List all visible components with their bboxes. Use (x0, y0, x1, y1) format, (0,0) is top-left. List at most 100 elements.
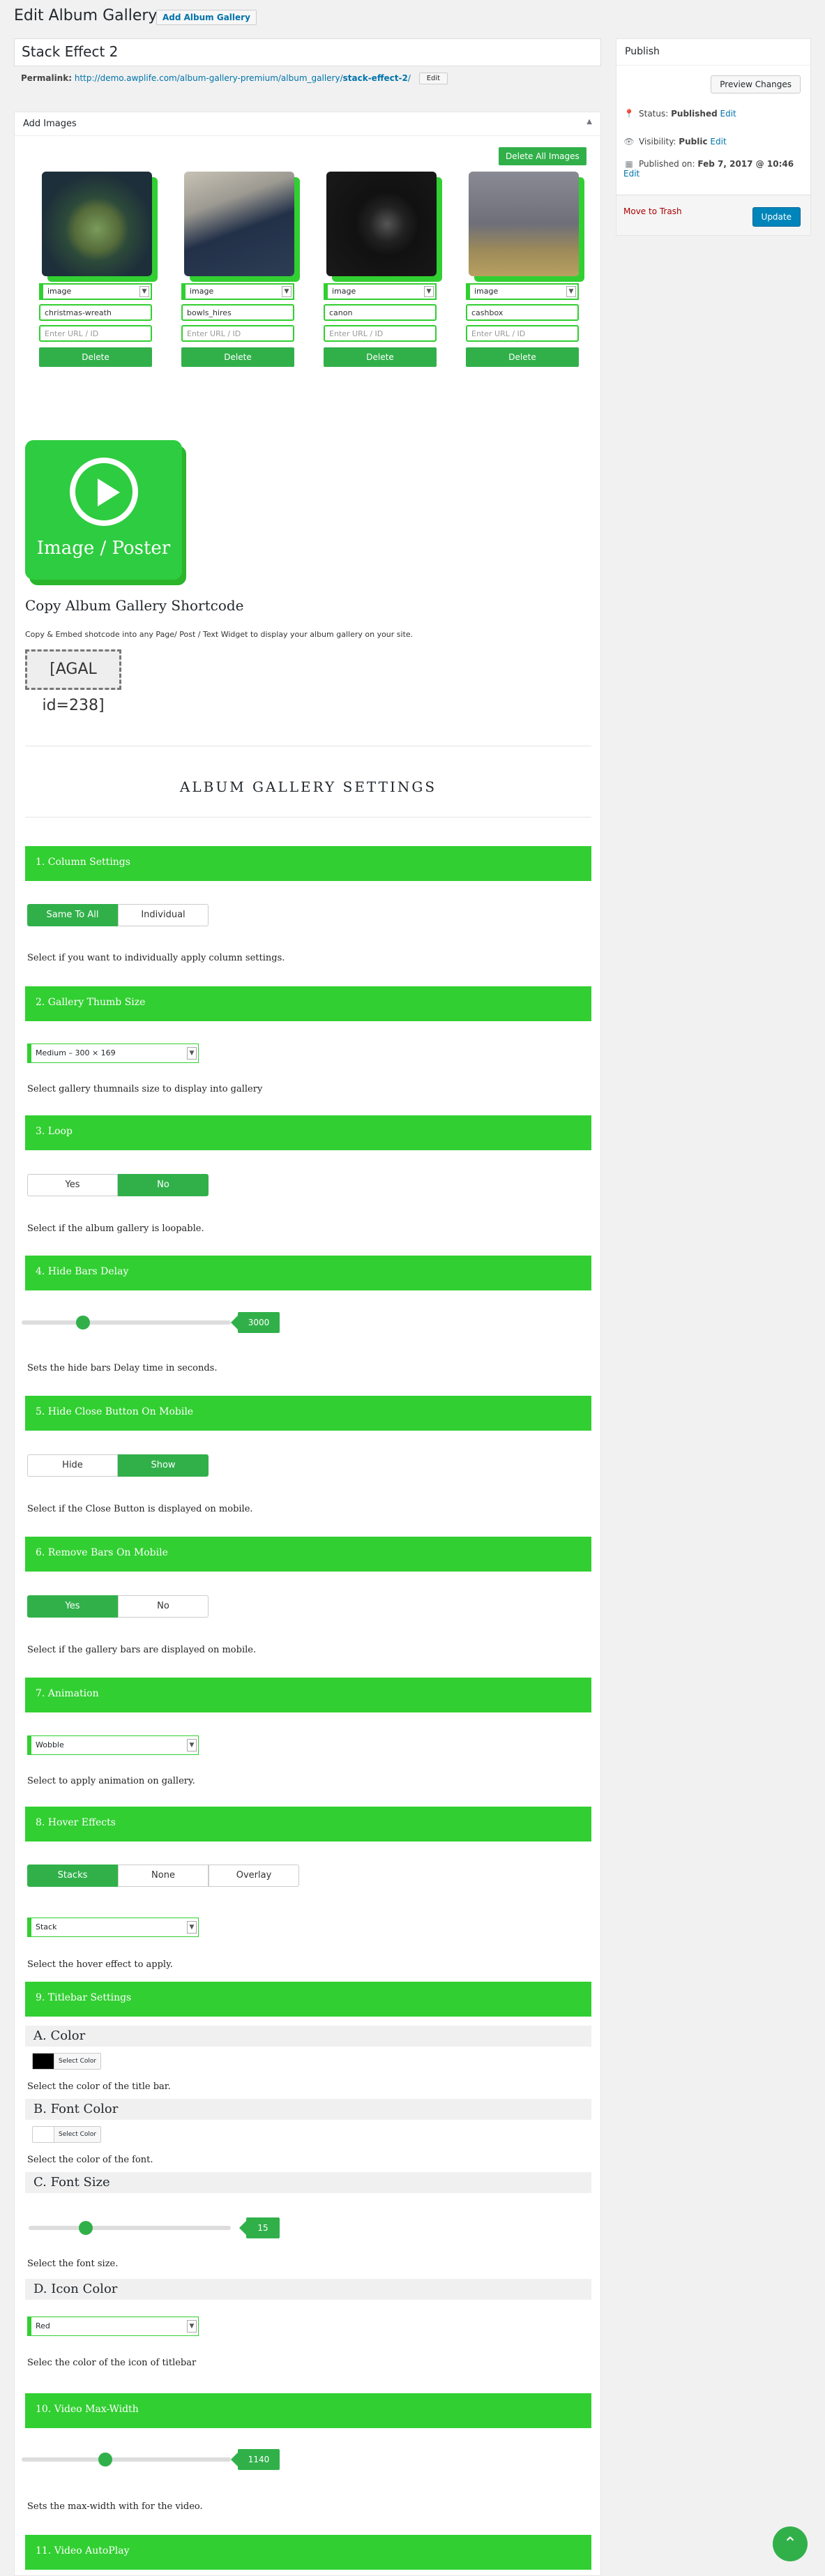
option-individual[interactable]: Individual (118, 904, 209, 926)
thumb-size-select[interactable]: Medium – 300 × 169 ▼ (27, 1044, 199, 1063)
chevron-down-icon: ▼ (187, 1739, 197, 1752)
color-swatch (33, 2127, 54, 2142)
image-thumbnail (326, 172, 437, 276)
section-loop: 3. Loop (25, 1115, 591, 1150)
font-size-slider[interactable]: 15 (22, 2217, 287, 2238)
icon-color-desc: Selec the color of the icon of titlebar (27, 2358, 197, 2368)
option-none[interactable]: None (118, 1865, 209, 1887)
hide-bars-delay-desc: Sets the hide bars Delay time in seconds… (27, 1363, 218, 1373)
post-title-input[interactable]: Stack Effect 2 (14, 38, 601, 66)
option-same-to-all[interactable]: Same To All (27, 904, 118, 926)
color-swatch (33, 2054, 54, 2069)
chevron-up-icon: ⌃ (782, 2533, 798, 2553)
option-no[interactable]: No (118, 1595, 209, 1618)
delete-image-button[interactable]: Delete (39, 347, 152, 367)
permalink-url[interactable]: http://demo.awplife.com/album-gallery-pr… (75, 73, 411, 83)
image-type-select[interactable]: image ▼ (466, 283, 579, 300)
section-video-max-width: 10. Video Max-Width (25, 2393, 591, 2428)
icon-color-select[interactable]: Red ▼ (27, 2317, 199, 2336)
section-animation: 7. Animation (25, 1678, 591, 1712)
hide-close-desc: Select if the Close Button is displayed … (27, 1504, 253, 1514)
animation-desc: Select to apply animation on gallery. (27, 1776, 195, 1786)
font-size-desc: Select the font size. (27, 2259, 119, 2269)
panel-header[interactable]: Add Images ▲ (15, 112, 600, 136)
image-url-input[interactable]: Enter URL / ID (39, 325, 152, 342)
delete-image-button[interactable]: Delete (466, 347, 579, 367)
hide-close-toggle: Hide Show (27, 1454, 209, 1477)
poster-label: Image / Poster (36, 538, 171, 559)
add-album-gallery-button[interactable]: Add Album Gallery (156, 10, 257, 25)
subsection-font-color: B. Font Color (25, 2099, 591, 2120)
section-titlebar-settings: 9. Titlebar Settings (25, 1982, 591, 2017)
publish-box: Publish Preview Changes 📍 Status: Publish… (616, 38, 811, 236)
image-thumbnail (42, 172, 152, 276)
published-edit-link[interactable]: Edit (623, 169, 639, 179)
slider-value: 3000 (231, 1312, 280, 1333)
edit-permalink-button[interactable]: Edit (418, 73, 448, 84)
chevron-down-icon: ▼ (139, 286, 149, 297)
section-column-settings: 1. Column Settings (25, 846, 591, 881)
image-title-input[interactable]: christmas-wreath (39, 304, 152, 321)
hover-effect-select[interactable]: Stack ▼ (27, 1918, 199, 1937)
section-hover-effects: 8. Hover Effects (25, 1807, 591, 1841)
publish-actions: Move to Trash Update (616, 195, 810, 235)
subsection-icon-color: D. Icon Color (25, 2279, 591, 2300)
published-row: ▦ Published on: Feb 7, 2017 @ 10:46 Edit (623, 159, 794, 179)
image-url-input[interactable]: Enter URL / ID (181, 325, 294, 342)
slider-value: 1140 (231, 2449, 280, 2470)
chevron-down-icon: ▼ (187, 2320, 197, 2333)
image-card: image ▼ canon Enter URL / ID Delete (324, 172, 441, 367)
option-yes[interactable]: Yes (27, 1174, 118, 1196)
section-video-autoplay: 11. Video AutoPlay (25, 2535, 591, 2570)
delete-image-button[interactable]: Delete (324, 347, 437, 367)
image-type-select[interactable]: image ▼ (181, 283, 294, 300)
option-show[interactable]: Show (118, 1454, 209, 1477)
scroll-to-top-button[interactable]: ⌃ (773, 2526, 808, 2561)
image-url-input[interactable]: Enter URL / ID (466, 325, 579, 342)
page-title: Edit Album Gallery (14, 7, 158, 24)
collapse-icon[interactable]: ▲ (586, 118, 592, 126)
slider-handle[interactable] (79, 2221, 93, 2235)
animation-select[interactable]: Wobble ▼ (27, 1735, 199, 1755)
image-title-input[interactable]: bowls_hires (181, 304, 294, 321)
option-overlay[interactable]: Overlay (209, 1865, 299, 1887)
chevron-down-icon: ▼ (187, 1047, 197, 1060)
image-poster-upload[interactable]: Image / Poster (25, 440, 182, 580)
option-no[interactable]: No (118, 1174, 209, 1196)
image-title-input[interactable]: cashbox (466, 304, 579, 321)
image-type-select[interactable]: image ▼ (324, 283, 437, 300)
move-to-trash-link[interactable]: Move to Trash (623, 206, 682, 216)
image-type-select[interactable]: image ▼ (39, 283, 152, 300)
hover-effects-toggle: Stacks None Overlay (27, 1865, 299, 1887)
image-title-input[interactable]: canon (324, 304, 437, 321)
status-edit-link[interactable]: Edit (720, 109, 736, 119)
preview-changes-button[interactable]: Preview Changes (711, 75, 801, 93)
play-icon (70, 458, 138, 526)
delete-all-images-button[interactable]: Delete All Images (499, 147, 586, 165)
shortcode-box[interactable]: [AGAL id=238] (25, 649, 121, 714)
font-color-picker[interactable]: Select Color (32, 2126, 102, 2143)
image-url-input[interactable]: Enter URL / ID (324, 325, 437, 342)
permalink-label: Permalink: (21, 73, 73, 83)
section-gallery-thumb-size: 2. Gallery Thumb Size (25, 986, 591, 1021)
settings-title: ALBUM GALLERY SETTINGS (179, 778, 437, 795)
update-button[interactable]: Update (752, 207, 801, 227)
section-remove-bars: 6. Remove Bars On Mobile (25, 1537, 591, 1572)
subsection-color: A. Color (25, 2026, 591, 2047)
shortcode-description: Copy & Embed shotcode into any Page/ Pos… (25, 630, 414, 639)
slider-handle[interactable] (98, 2453, 112, 2466)
titlebar-color-picker[interactable]: Select Color (32, 2053, 102, 2070)
option-yes[interactable]: Yes (27, 1595, 118, 1618)
delete-image-button[interactable]: Delete (181, 347, 294, 367)
chevron-down-icon: ▼ (566, 286, 576, 297)
hide-bars-delay-slider[interactable]: 3000 (22, 1312, 287, 1333)
option-stacks[interactable]: Stacks (27, 1865, 118, 1887)
visibility-edit-link[interactable]: Edit (710, 137, 726, 146)
image-thumbnail (469, 172, 579, 276)
status-row: 📍 Status: Published Edit (623, 109, 736, 119)
slider-handle[interactable] (76, 1316, 90, 1330)
video-max-width-slider[interactable]: 1140 (22, 2449, 287, 2470)
option-hide[interactable]: Hide (27, 1454, 118, 1477)
permalink-row: Permalink: http://demo.awplife.com/album… (21, 73, 448, 84)
pin-icon: 📍 (623, 109, 635, 119)
